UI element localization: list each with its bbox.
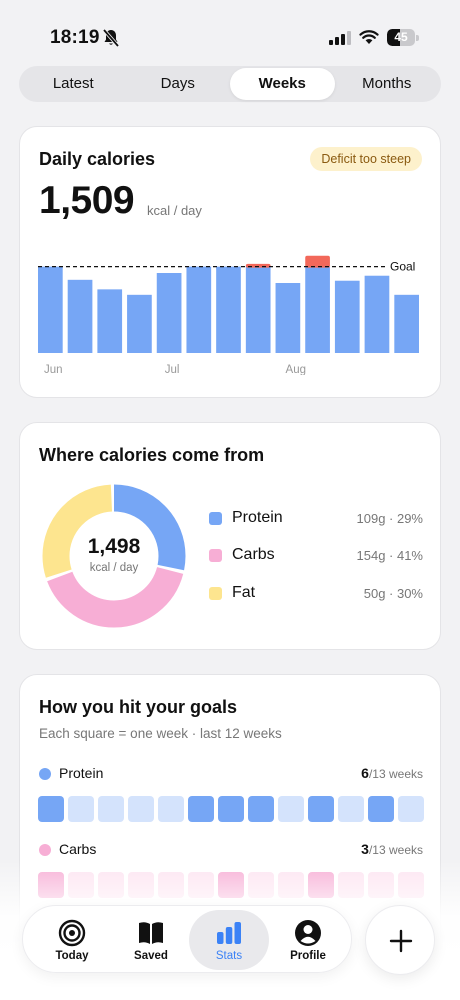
goal-label: Protein xyxy=(59,765,104,781)
calorie-bar xyxy=(38,266,63,353)
week-square-miss xyxy=(398,796,424,822)
week-square-miss xyxy=(128,796,154,822)
calories-unit: kcal / day xyxy=(147,203,202,218)
week-square-hit xyxy=(248,796,274,822)
legend-fat: Fat 50g · 30% xyxy=(209,582,423,606)
x-tick-label: Aug xyxy=(286,364,306,375)
protein-week-squares xyxy=(38,796,424,822)
week-square-hit xyxy=(368,796,394,822)
week-square-hit xyxy=(188,796,214,822)
legend-label: Protein xyxy=(232,509,283,526)
week-square-hit xyxy=(218,796,244,822)
tab-days[interactable]: Days xyxy=(126,68,231,100)
tab-latest[interactable]: Latest xyxy=(21,68,126,100)
over-goal-bar xyxy=(305,255,330,268)
legend-swatch xyxy=(209,512,222,525)
card-title: Daily calories xyxy=(39,149,156,169)
card-title: Where calories come from xyxy=(39,445,265,465)
goal-dot xyxy=(39,844,51,856)
calories-bar-chart: Goal Jun Jul Aug xyxy=(38,255,419,375)
tab-label: Profile xyxy=(290,950,326,962)
calorie-sources-card[interactable]: Where calories come from 1,498 kcal / da… xyxy=(19,422,441,650)
calorie-bar xyxy=(97,289,123,353)
calorie-bar xyxy=(67,279,93,353)
week-square-miss xyxy=(68,796,94,822)
battery-level: 45 xyxy=(394,30,408,44)
bottom-tab-bar: Today Saved Stats Profile xyxy=(22,905,352,973)
status-bar: 18:19 45 xyxy=(0,0,460,64)
goal-total: /13 weeks xyxy=(368,767,423,781)
calorie-bar xyxy=(334,280,360,353)
tab-label: Today xyxy=(55,950,89,962)
x-tick-label: Jul xyxy=(165,364,180,375)
legend-label: Carbs xyxy=(232,546,275,563)
week-square-miss xyxy=(158,796,184,822)
donut-unit: kcal / day xyxy=(89,562,139,574)
x-tick-label: Jun xyxy=(44,364,63,375)
goal-count: 3/13 weeks xyxy=(361,841,423,857)
donut-total: 1,498 xyxy=(87,535,141,558)
bell-muted-icon xyxy=(102,28,120,48)
legend-swatch xyxy=(209,549,222,562)
legend-value: 50g · 30% xyxy=(363,586,423,601)
bar-chart-icon xyxy=(217,922,241,944)
goal-hit: 3 xyxy=(361,841,369,857)
tab-profile[interactable]: Profile xyxy=(268,910,348,970)
week-square-miss xyxy=(278,796,304,822)
goal-label: Carbs xyxy=(59,841,97,857)
status-badge: Deficit too steep xyxy=(310,147,422,171)
range-segmented-control: Latest Days Weeks Months xyxy=(19,66,441,102)
plus-icon xyxy=(389,929,413,953)
wifi-icon xyxy=(359,30,379,44)
legend-carbs: Carbs 154g · 41% xyxy=(209,544,423,568)
card-title: How you hit your goals xyxy=(39,697,238,717)
target-icon xyxy=(58,919,86,947)
calories-value: 1,509 xyxy=(39,179,135,222)
legend-swatch xyxy=(209,587,222,600)
calorie-bar xyxy=(127,294,152,353)
week-square-hit xyxy=(308,796,334,822)
goal-row-carbs: Carbs 3/13 weeks xyxy=(39,841,423,861)
goal-hit: 6 xyxy=(361,765,369,781)
cellular-signal-icon xyxy=(329,31,351,45)
user-icon xyxy=(295,920,321,946)
calorie-bar xyxy=(275,283,301,353)
battery-indicator: 45 xyxy=(387,29,419,46)
tab-label: Saved xyxy=(134,950,168,962)
tab-weeks[interactable]: Weeks xyxy=(230,68,335,100)
status-time: 18:19 xyxy=(50,27,100,48)
tab-months[interactable]: Months xyxy=(335,68,440,100)
legend-value: 109g · 29% xyxy=(356,511,424,526)
goal-dot xyxy=(39,768,51,780)
calorie-bar xyxy=(186,266,212,353)
calorie-bar xyxy=(305,266,330,353)
legend-value: 154g · 41% xyxy=(356,548,424,563)
daily-calories-card[interactable]: Daily calories Deficit too steep 1,509 k… xyxy=(19,126,441,398)
tab-today[interactable]: Today xyxy=(32,910,112,970)
calorie-bar xyxy=(364,275,390,353)
calorie-bar xyxy=(156,273,182,353)
card-subtitle: Each square = one week · last 12 weeks xyxy=(39,726,282,741)
calorie-bar xyxy=(216,266,241,353)
goal-count: 6/13 weeks xyxy=(361,765,423,781)
tab-stats[interactable]: Stats xyxy=(189,910,269,970)
week-square-miss xyxy=(338,796,364,822)
add-button[interactable] xyxy=(365,905,435,975)
tab-saved[interactable]: Saved xyxy=(111,910,191,970)
book-icon xyxy=(139,922,163,944)
calorie-bar xyxy=(394,294,419,353)
calorie-bar xyxy=(245,266,271,353)
goal-total: /13 weeks xyxy=(368,843,423,857)
legend-protein: Protein 109g · 29% xyxy=(209,507,423,531)
tab-label: Stats xyxy=(215,950,243,962)
week-square-miss xyxy=(98,796,124,822)
goal-row-protein: Protein 6/13 weeks xyxy=(39,765,423,785)
week-square-hit xyxy=(38,796,64,822)
goal-label: Goal xyxy=(390,260,415,274)
legend-label: Fat xyxy=(232,584,256,601)
